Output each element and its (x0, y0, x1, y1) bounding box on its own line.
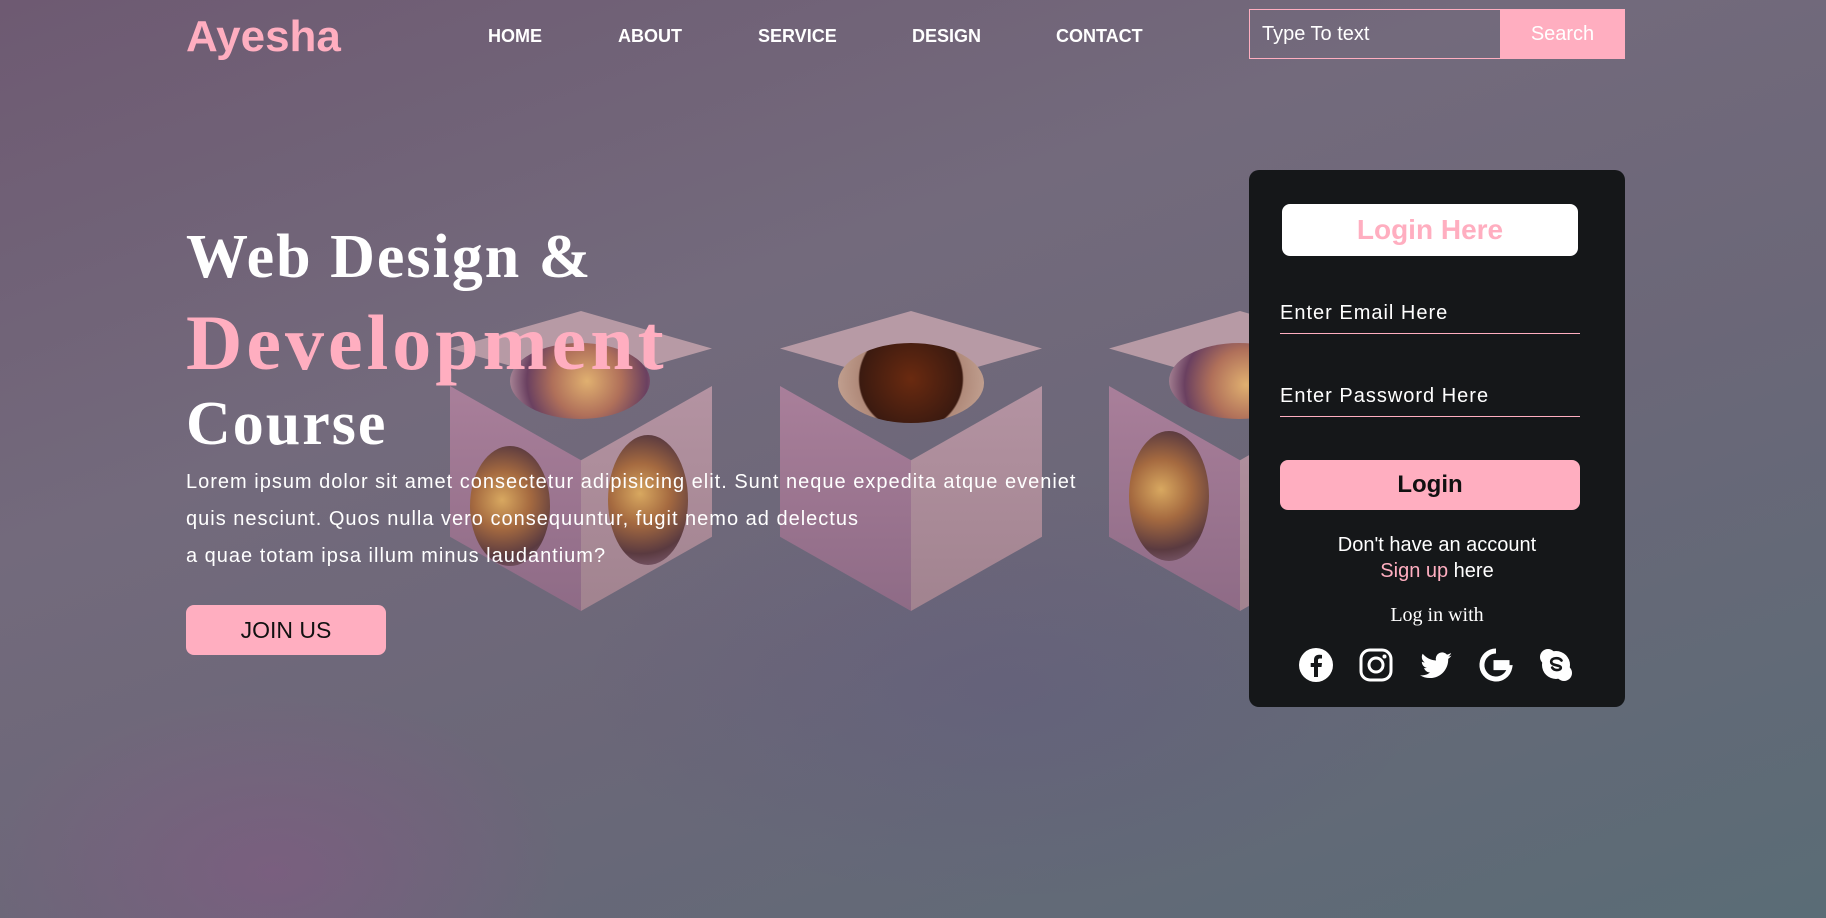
signup-link[interactable]: Sign up (1380, 560, 1448, 582)
login-card: Login Here Login Don't have an account S… (1249, 170, 1625, 707)
hero-title-line3: Course (186, 390, 388, 458)
google-icon[interactable] (1476, 645, 1516, 685)
signup-row: Sign up here (1249, 560, 1625, 583)
brand-logo[interactable]: Ayesha (186, 12, 341, 62)
instagram-icon[interactable] (1356, 645, 1396, 685)
search-input[interactable] (1249, 9, 1500, 59)
join-us-button[interactable]: JOIN US (186, 605, 386, 655)
hero-paragraph: Lorem ipsum dolor sit amet consectetur a… (186, 464, 1146, 575)
nav-contact[interactable]: CONTACT (1056, 26, 1143, 47)
hero-title-line2: Development (186, 299, 668, 386)
nav-home[interactable]: HOME (488, 26, 542, 47)
login-title: Login Here (1282, 204, 1578, 256)
hero-paragraph-line: quis nesciunt. Quos nulla vero consequun… (186, 508, 859, 530)
hero-paragraph-line: a quae totam ipsa illum minus laudantium… (186, 545, 607, 567)
search-bar: Search (1249, 9, 1625, 59)
login-button[interactable]: Login (1280, 460, 1580, 510)
social-login-icons (1296, 645, 1578, 685)
no-account-text: Don't have an account (1337, 534, 1537, 556)
nav-design[interactable]: DESIGN (912, 26, 981, 47)
skype-icon[interactable] (1536, 645, 1576, 685)
search-button[interactable]: Search (1500, 9, 1625, 59)
hero-title-line1: Web Design & (186, 223, 593, 291)
login-with-label: Log in with (1390, 604, 1484, 626)
password-field[interactable] (1280, 377, 1580, 417)
email-field[interactable] (1280, 294, 1580, 334)
facebook-icon[interactable] (1296, 645, 1336, 685)
signup-suffix: here (1448, 560, 1494, 582)
nav-service[interactable]: SERVICE (758, 26, 837, 47)
nav-about[interactable]: ABOUT (618, 26, 682, 47)
hero-paragraph-line: Lorem ipsum dolor sit amet consectetur a… (186, 471, 1077, 493)
twitter-icon[interactable] (1416, 645, 1456, 685)
